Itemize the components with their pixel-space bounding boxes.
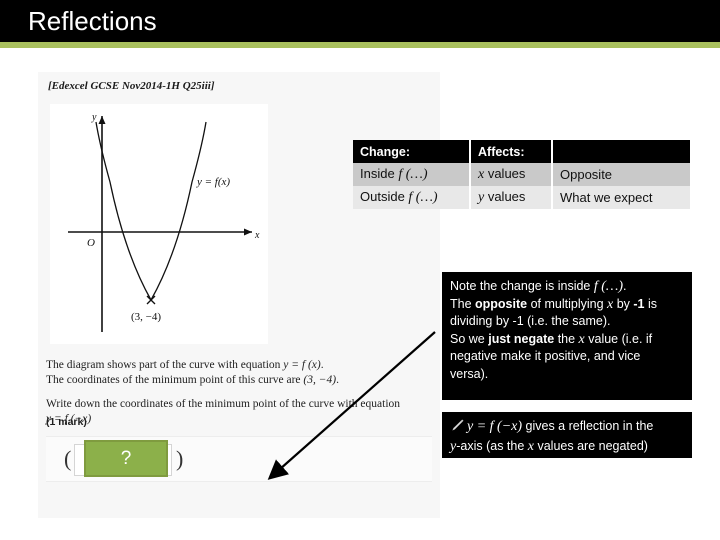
explanation-bold-negate: just negate (488, 331, 555, 346)
cell-change-inside: Inside f (…) (353, 163, 471, 186)
conclusion-line-1-math: y = f (−x) (467, 419, 523, 434)
question-line-2-math: (3, −4) (303, 374, 337, 386)
table-row: Inside f (…) x values Opposite (353, 163, 690, 186)
header-accent-bar (0, 42, 720, 48)
answer-reveal-label: ? (120, 448, 132, 469)
exam-reference-label: [Edexcel GCSE Nov2014-1H Q25iii] (48, 80, 215, 92)
question-line-2: The coordinates of the minimum point of … (46, 374, 339, 386)
explanation-box: Note the change is inside f (…). The opp… (442, 272, 692, 400)
table-row: Outside f (…) y values What we expect (353, 186, 690, 209)
explanation-line-4: So we just negate the x value (i.e. if (450, 331, 653, 347)
table-header-change: Change: (353, 140, 471, 163)
cell-change-inside-math: f (…) (398, 167, 428, 182)
explanation-bold-opposite: opposite (475, 296, 528, 311)
table-header-result (552, 140, 690, 163)
explanation-line-6: versa). (450, 366, 489, 381)
graph-y-axis-label: y (91, 112, 97, 123)
question-line-1: The diagram shows part of the curve with… (46, 359, 324, 371)
parabola-graph-svg: y x O y = f(x) (3, −4) (68, 112, 260, 332)
answer-row: ( ? ) (46, 436, 432, 482)
pencil-icon (450, 419, 464, 437)
graph-curve-label: y = f(x) (196, 176, 230, 188)
question-line-3: Write down the coordinates of the minimu… (46, 398, 401, 410)
cell-change-outside: Outside f (…) (353, 186, 471, 209)
cell-result-inside: Opposite (552, 163, 690, 186)
cell-affects-outside: y values (470, 186, 553, 209)
conclusion-line-1: y = f (−x) gives a reflection in the (450, 417, 684, 437)
question-text: The diagram shows part of the curve with… (46, 358, 436, 427)
explanation-bold-minus-one: -1 (633, 296, 645, 311)
answer-reveal-button[interactable]: ? (84, 440, 168, 477)
explanation-line-3: dividing by -1 (i.e. the same). (450, 314, 611, 328)
cell-affects-inside: x values (470, 163, 553, 186)
explanation-line-1-math: f (…) (593, 279, 624, 294)
page-title: Reflections (28, 6, 157, 36)
question-spacer (46, 388, 436, 397)
explanation-line-5: negative make it positive, and vice (450, 349, 641, 363)
explanation-line-1: Note the change is inside f (…). (450, 279, 627, 294)
graph-origin-label: O (87, 237, 95, 249)
transformation-summary-table: Change: Affects: Inside f (…) x values O… (353, 140, 690, 209)
conclusion-box: y = f (−x) gives a reflection in the y-a… (442, 412, 692, 458)
table-header-affects: Affects: (470, 140, 553, 163)
question-line-1-math: y = f (x) (283, 359, 321, 371)
question-line-4-math: y = f (−x) (46, 413, 92, 425)
answer-paren-open: ( (64, 446, 72, 471)
slide-header-bar: Reflections (0, 0, 720, 42)
table-header-row: Change: Affects: (353, 140, 690, 163)
cell-result-outside: What we expect (552, 186, 690, 209)
graph-figure: y x O y = f(x) (3, −4) (50, 104, 268, 344)
graph-x-axis-label: x (254, 230, 260, 241)
explanation-line-2: The opposite of multiplying x by -1 is (450, 296, 658, 312)
answer-paren-close: ) (176, 446, 184, 471)
marks-label: (1 mark) (46, 416, 87, 428)
cell-change-outside-math: f (…) (408, 190, 438, 205)
graph-minimum-point-label: (3, −4) (131, 311, 161, 323)
conclusion-line-2: y-axis (as the x values are negated) (450, 439, 648, 454)
question-card: [Edexcel GCSE Nov2014-1H Q25iii] y x O y… (38, 72, 440, 518)
